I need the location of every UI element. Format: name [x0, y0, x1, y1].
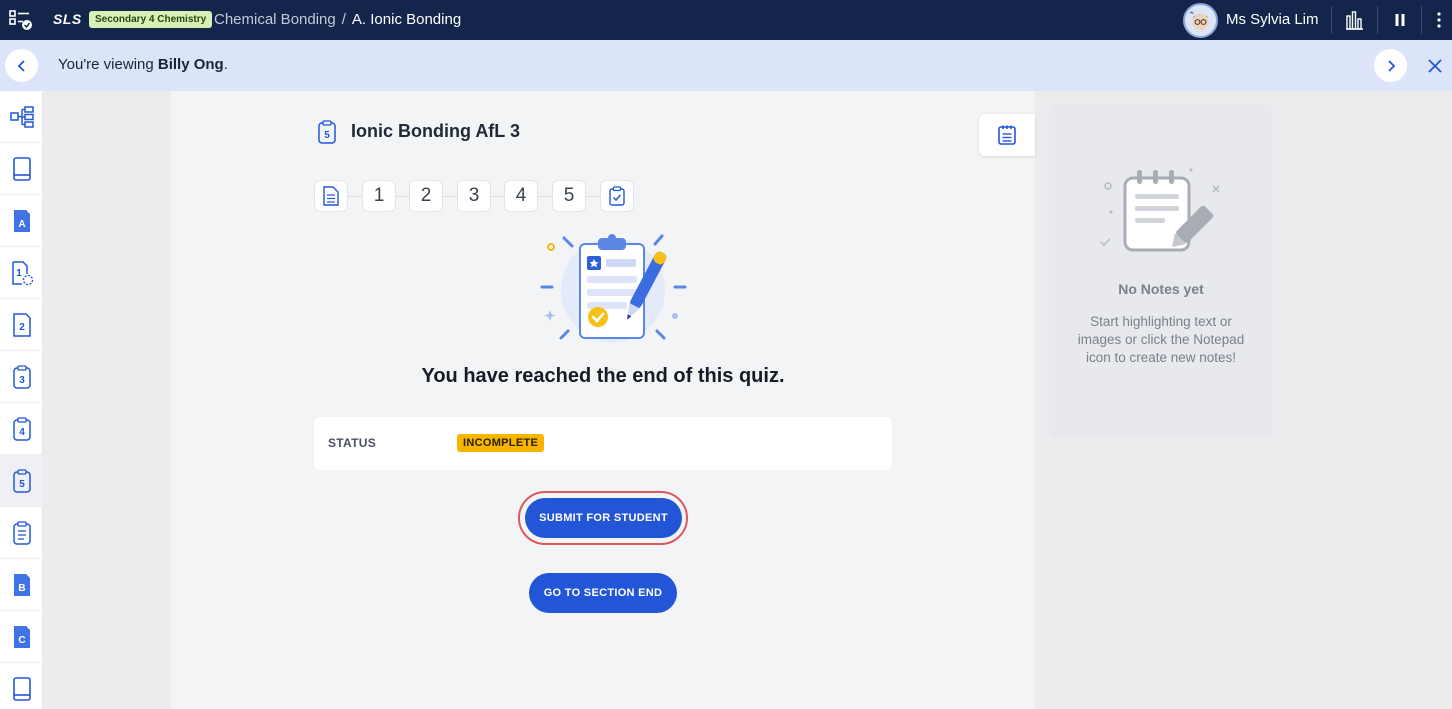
sidebar-item-label: B [18, 583, 25, 594]
quiz-complete-illustration [540, 234, 687, 342]
question-4-button[interactable]: 4 [504, 180, 538, 212]
sidebar-item-quiz-3[interactable]: 3 [0, 351, 43, 403]
quiz-icon: 4 [12, 416, 31, 441]
viewing-bar: You're viewing Billy Ong. [0, 40, 1452, 91]
book-icon [12, 156, 31, 181]
book-icon [12, 676, 31, 701]
lesson-sidebar: A 1 2 3 4 5 B C [0, 91, 43, 709]
quiz-icon-number: 5 [324, 130, 330, 141]
next-student-button[interactable] [1374, 49, 1407, 82]
notepad-icon [998, 125, 1016, 145]
previous-student-button[interactable] [5, 49, 38, 82]
section-icon: A [13, 209, 30, 232]
sidebar-item-quiz-5[interactable]: 5 [0, 455, 43, 507]
question-5-button[interactable]: 5 [552, 180, 586, 212]
sidebar-item-overview[interactable] [0, 91, 43, 143]
go-to-section-end-button[interactable]: GO TO SECTION END [529, 573, 677, 613]
quiz-icon: 5 [318, 120, 336, 144]
sidebar-item-activity-1[interactable]: 1 [0, 247, 43, 299]
sidebar-item-label: A [18, 219, 25, 230]
quiz-icon: 5 [12, 468, 31, 493]
activity-icon: 1 [11, 260, 33, 285]
quiz-title: Ionic Bonding AfL 3 [351, 121, 520, 141]
sidebar-item-label: C [18, 635, 25, 646]
sidebar-item-section-c[interactable]: C [0, 611, 43, 663]
bar-chart-icon[interactable] [1344, 10, 1364, 30]
notes-empty-title: No Notes yet [1118, 281, 1204, 297]
apps-menu-icon[interactable] [9, 9, 33, 31]
teacher-name[interactable]: Ms Sylvia Lim [1226, 11, 1319, 28]
status-card: STATUS INCOMPLETE [314, 417, 892, 470]
breadcrumb-topic[interactable]: Chemical Bonding [214, 11, 336, 28]
viewing-suffix: . [223, 56, 228, 73]
chevron-left-icon [17, 59, 25, 72]
submit-for-student-button[interactable]: SUBMIT FOR STUDENT [525, 498, 682, 538]
sitemap-icon [9, 105, 34, 128]
quiz-icon: 3 [12, 364, 31, 389]
avatar[interactable] [1183, 3, 1218, 38]
quiz-end-button[interactable] [600, 180, 634, 212]
status-label: STATUS [328, 436, 377, 450]
pause-icon[interactable] [1390, 10, 1410, 30]
sidebar-item-book[interactable] [0, 143, 43, 195]
more-vertical-icon[interactable] [1429, 10, 1449, 30]
breadcrumb: Chemical Bonding / A. Ionic Bonding [214, 11, 461, 28]
quiz-icon: 2 [12, 312, 31, 337]
end-of-quiz-message: You have reached the end of this quiz. [421, 365, 785, 387]
sidebar-item-book-end[interactable] [0, 663, 43, 709]
notepad-empty-illustration [1100, 168, 1220, 252]
breadcrumb-section: A. Ionic Bonding [351, 11, 462, 28]
sidebar-item-section-b[interactable]: B [0, 559, 43, 611]
section-icon: B [13, 573, 30, 596]
section-icon: C [13, 625, 30, 648]
breadcrumb-separator: / [341, 11, 346, 28]
status-badge: INCOMPLETE [457, 434, 545, 452]
sidebar-item-label: 3 [19, 375, 25, 386]
subject-badge: Secondary 4 Chemistry [89, 11, 213, 28]
close-icon[interactable] [1424, 55, 1446, 77]
sidebar-item-label: 4 [19, 427, 25, 438]
sidebar-item-label: 1 [16, 268, 22, 279]
top-bar: SLS Secondary 4 Chemistry Chemical Bondi… [0, 0, 1452, 40]
question-1-button[interactable]: 1 [362, 180, 396, 212]
sidebar-item-document[interactable] [0, 507, 43, 559]
divider [1331, 6, 1332, 34]
chevron-right-icon [1387, 59, 1395, 72]
clipboard-check-icon [609, 186, 625, 206]
notes-panel: No Notes yet Start highlighting text or … [1049, 104, 1273, 438]
sidebar-item-quiz-2[interactable]: 2 [0, 299, 43, 351]
document-icon [12, 520, 31, 545]
divider [1377, 6, 1378, 34]
viewing-student-text: You're viewing Billy Ong. [58, 56, 228, 73]
sidebar-item-quiz-4[interactable]: 4 [0, 403, 43, 455]
divider [1421, 6, 1422, 34]
quiz-intro-button[interactable] [314, 180, 348, 212]
teacher-avatar-icon [1189, 11, 1209, 30]
sidebar-item-label: 2 [19, 322, 25, 333]
student-name: Billy Ong [157, 56, 224, 73]
question-3-button[interactable]: 3 [457, 180, 491, 212]
question-2-button[interactable]: 2 [409, 180, 443, 212]
notes-empty-description: Start highlighting text or images or cli… [1077, 314, 1245, 365]
sidebar-item-section-a[interactable]: A [0, 195, 43, 247]
sidebar-item-label: 5 [19, 479, 25, 490]
sls-logo[interactable]: SLS [53, 11, 82, 27]
notepad-button[interactable] [979, 114, 1035, 156]
viewing-prefix: You're viewing [58, 56, 158, 73]
document-icon [323, 186, 339, 206]
